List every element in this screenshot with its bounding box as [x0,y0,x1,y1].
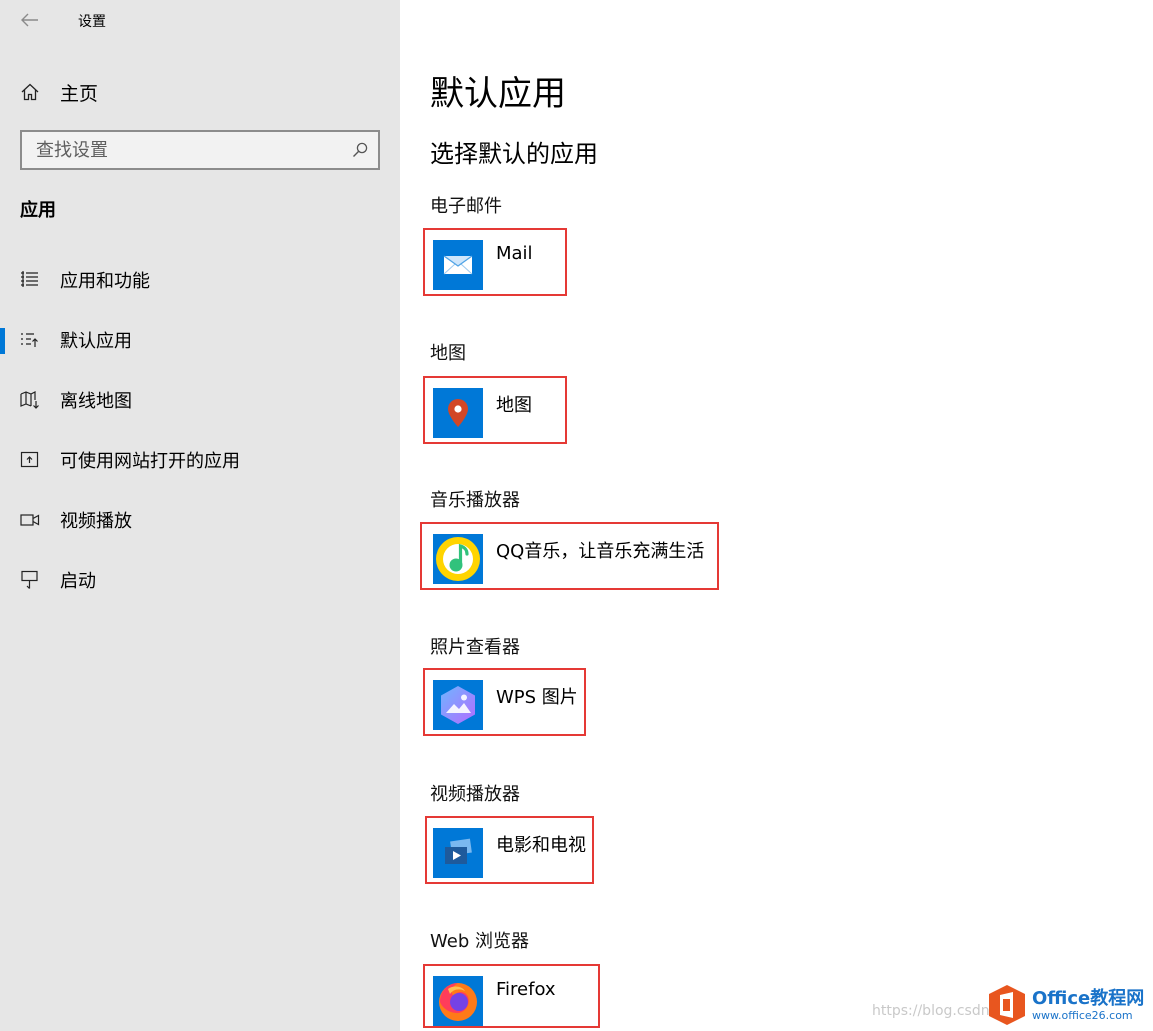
sidebar-item-label: 离线地图 [60,391,132,412]
settings-window: 设置 主页 应用 [0,0,1153,1031]
home-label: 主页 [60,82,99,105]
default-app-name: 地图 [496,395,532,416]
offline-maps-icon [20,390,40,410]
search-box[interactable] [20,130,380,170]
window-title: 设置 [78,14,106,30]
apps-features-icon [20,270,40,290]
startup-icon [20,570,40,590]
movies-tv-icon [433,828,483,878]
category-label-browser: Web 浏览器 [430,931,529,952]
category-label-maps: 地图 [430,343,466,364]
sidebar-item-label: 视频播放 [60,511,132,532]
category-label-photos: 照片查看器 [430,637,520,658]
page-title: 默认应用 [430,74,566,114]
default-app-name: Firefox [496,979,556,1000]
mail-icon [433,240,483,290]
page-subtitle: 选择默认的应用 [430,140,598,168]
category-label-email: 电子邮件 [430,196,502,217]
video-playback-icon [20,510,40,530]
back-arrow-icon [21,13,38,27]
search-input[interactable] [22,132,378,168]
search-icon[interactable] [351,141,369,159]
default-app-button-maps[interactable]: 地图 [423,376,567,444]
default-app-button-music[interactable]: QQ音乐，让音乐充满生活 [420,522,719,590]
sidebar-section-title: 应用 [20,200,56,221]
sidebar-item-label: 可使用网站打开的应用 [60,451,240,472]
office-url-text: www.office26.com [1032,1008,1133,1022]
default-app-name: QQ音乐，让音乐充满生活 [496,541,705,562]
default-app-button-video[interactable]: 电影和电视 [425,816,594,884]
sidebar-item-video-playback[interactable]: 视频播放 [0,500,400,540]
office-watermark: Office教程网 www.office26.com [988,982,1150,1028]
maps-icon [433,388,483,438]
default-app-button-photos[interactable]: WPS 图片 [423,668,586,736]
sidebar-item-startup[interactable]: 启动 [0,560,400,600]
wps-photos-icon [433,680,483,730]
home-nav-item[interactable]: 主页 [20,78,380,106]
sidebar-item-offline-maps[interactable]: 离线地图 [0,380,400,420]
office-logo-icon [989,985,1025,1025]
sidebar: 设置 主页 应用 [0,0,400,1031]
apps-for-websites-icon [20,450,40,470]
category-label-video: 视频播放器 [430,784,520,805]
default-app-button-email[interactable]: Mail [423,228,567,296]
sidebar-item-apps-for-websites[interactable]: 可使用网站打开的应用 [0,440,400,480]
sidebar-item-label: 应用和功能 [60,271,150,292]
default-app-name: Mail [496,243,533,264]
sidebar-item-default-apps[interactable]: 默认应用 [0,320,400,360]
default-app-button-browser[interactable]: Firefox [423,964,600,1028]
category-label-music: 音乐播放器 [430,490,520,511]
default-apps-icon [20,330,40,350]
sidebar-item-label: 启动 [60,571,96,592]
main-content: 默认应用 选择默认的应用 电子邮件 Mail 地图 地图 音乐播放器 QQ音乐，… [400,0,1153,1031]
default-app-name: 电影和电视 [496,835,586,856]
office-brand-text: Office教程网 [1032,987,1145,1009]
csdn-watermark: https://blog.csdn [872,1003,990,1019]
sidebar-item-label: 默认应用 [60,331,132,352]
back-button[interactable] [18,8,42,32]
default-app-name: WPS 图片 [496,687,578,708]
sidebar-item-apps-features[interactable]: 应用和功能 [0,260,400,300]
firefox-icon [433,976,483,1026]
home-icon [21,83,39,101]
qq-music-icon [433,534,483,584]
